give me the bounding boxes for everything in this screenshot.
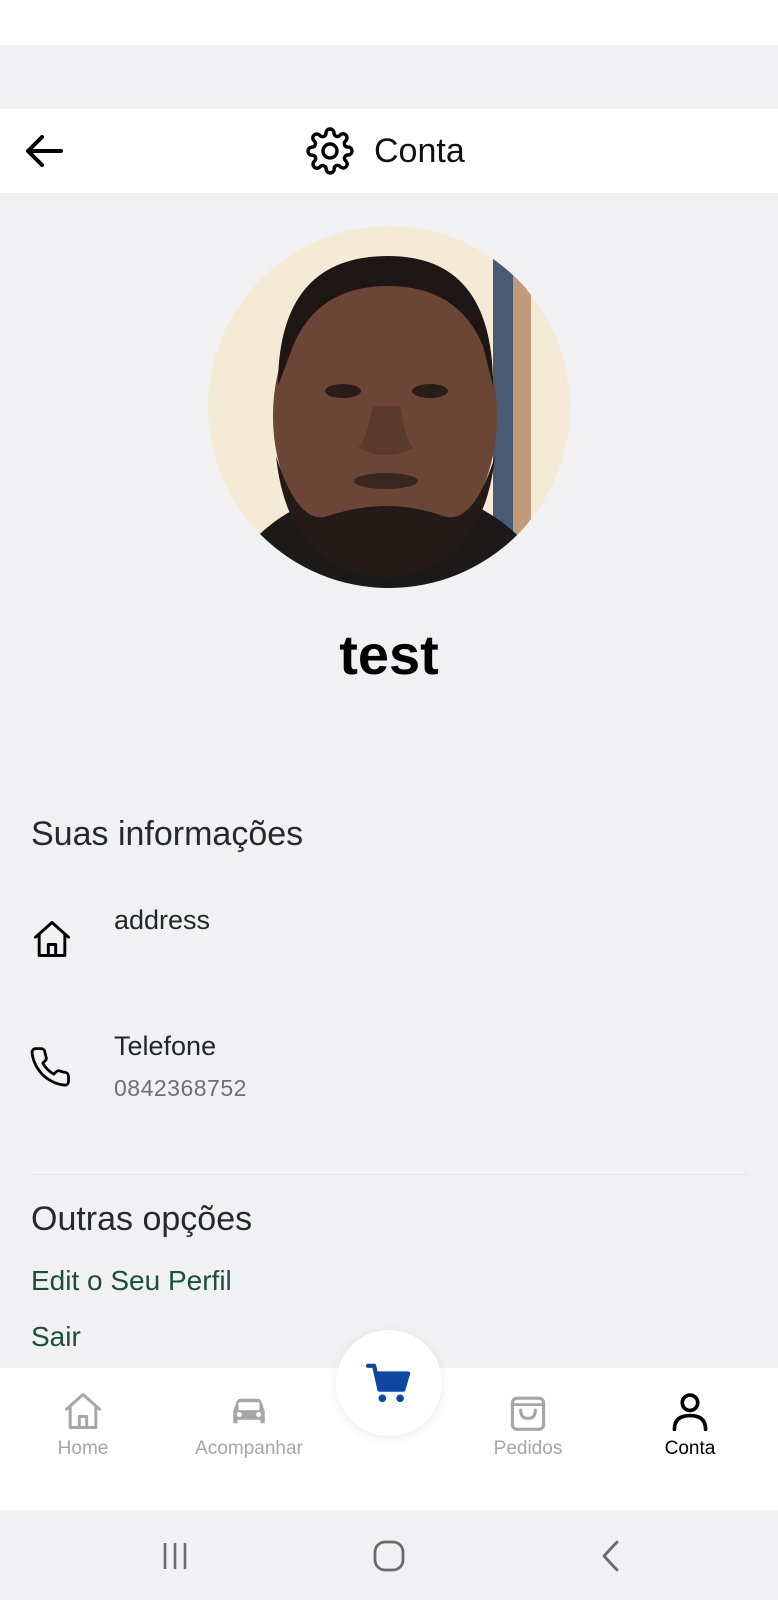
- nav-item-pedidos[interactable]: Pedidos: [476, 1368, 580, 1488]
- home-icon: [60, 1388, 106, 1434]
- nav-label-home: Home: [57, 1438, 109, 1459]
- back-button[interactable]: [20, 127, 68, 175]
- car-icon: [226, 1388, 272, 1434]
- profile-name: test: [339, 623, 439, 686]
- edit-profile-link[interactable]: Edit o Seu Perfil: [31, 1265, 232, 1297]
- page-title: Conta: [374, 131, 465, 170]
- phone-value: 0842368752: [114, 1075, 247, 1101]
- back-system-button[interactable]: [587, 1532, 635, 1580]
- recent-apps-button[interactable]: [151, 1532, 199, 1580]
- nav-item-acompanhar[interactable]: Acompanhar: [180, 1368, 318, 1488]
- address-label: address: [114, 905, 211, 935]
- info-row-phone: Telefone 0842368752: [0, 1021, 778, 1131]
- phone-label: Telefone: [114, 1031, 217, 1061]
- home-system-button[interactable]: [365, 1532, 413, 1580]
- nav-item-conta[interactable]: Conta: [648, 1368, 732, 1488]
- cart-icon: [366, 1363, 411, 1403]
- system-nav-bar: [0, 1510, 778, 1600]
- nav-label-pedidos: Pedidos: [493, 1438, 563, 1459]
- user-icon: [667, 1388, 713, 1434]
- info-section-title: Suas informações: [31, 815, 304, 853]
- options-section-title: Outras opções: [31, 1200, 253, 1238]
- info-row-address: address: [0, 895, 778, 1005]
- phone-icon: [30, 1045, 76, 1091]
- arrow-left-icon: [26, 135, 63, 167]
- nav-item-home[interactable]: Home: [42, 1368, 124, 1488]
- nav-label-acompanhar: Acompanhar: [195, 1438, 303, 1459]
- profile-photo: [208, 226, 570, 588]
- home-icon: [30, 917, 76, 963]
- logout-link[interactable]: Sair: [31, 1321, 81, 1353]
- avatar[interactable]: [208, 226, 570, 588]
- recent-apps-icon: [163, 1543, 187, 1569]
- status-bar: [0, 0, 778, 45]
- section-divider: [30, 1174, 748, 1175]
- cart-button[interactable]: [336, 1330, 442, 1436]
- chevron-left-icon: [602, 1540, 619, 1572]
- nav-label-conta: Conta: [664, 1438, 716, 1459]
- shopping-bag-icon: [505, 1388, 551, 1434]
- gear-icon: [306, 126, 356, 176]
- header-title-group: Conta: [306, 109, 465, 193]
- home-circle-icon: [373, 1540, 405, 1572]
- app-header: Conta: [0, 109, 778, 193]
